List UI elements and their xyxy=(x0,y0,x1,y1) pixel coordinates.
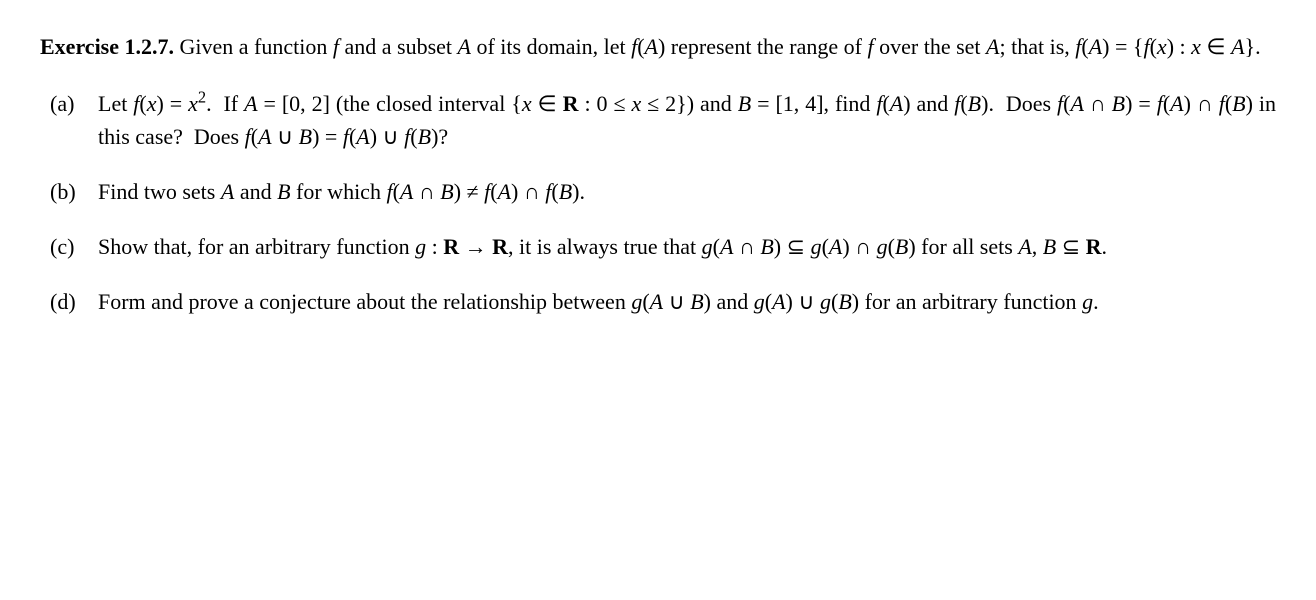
item-body: Form and prove a conjecture about the re… xyxy=(98,285,1276,318)
exercise-items: (a) Let f(x) = x2. If A = [0, 2] (the cl… xyxy=(40,87,1276,318)
exercise-intro-text: Given a function f and a subset A of its… xyxy=(180,34,1261,59)
exercise-item: (c) Show that, for an arbitrary function… xyxy=(40,230,1276,263)
item-body: Let f(x) = x2. If A = [0, 2] (the closed… xyxy=(98,87,1276,153)
exercise-item: (d) Form and prove a conjecture about th… xyxy=(40,285,1276,318)
exercise-label: Exercise 1.2.7. xyxy=(40,34,174,59)
exercise-item: (a) Let f(x) = x2. If A = [0, 2] (the cl… xyxy=(40,87,1276,153)
item-marker: (b) xyxy=(40,175,98,208)
exercise-item: (b) Find two sets A and B for which f(A … xyxy=(40,175,1276,208)
item-body: Find two sets A and B for which f(A ∩ B)… xyxy=(98,175,1276,208)
item-marker: (a) xyxy=(40,87,98,153)
item-marker: (d) xyxy=(40,285,98,318)
item-marker: (c) xyxy=(40,230,98,263)
exercise-intro: Exercise 1.2.7. Given a function f and a… xyxy=(40,30,1276,63)
item-body: Show that, for an arbitrary function g :… xyxy=(98,230,1276,263)
